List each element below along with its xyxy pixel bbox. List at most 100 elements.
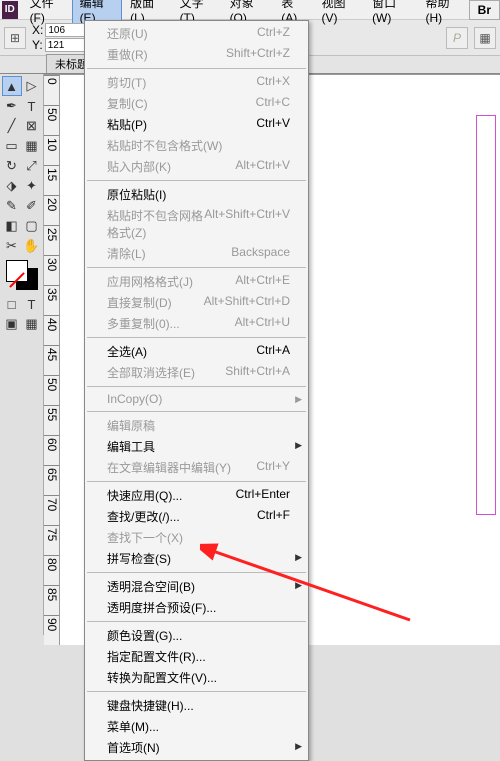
preview-view[interactable]: ▦ [22,314,42,334]
fill-stroke-swatch[interactable] [6,260,38,290]
menu-item-shortcut: Ctrl+V [256,116,290,133]
eyedropper-tool[interactable]: ✎ [2,196,22,216]
menu-item-label: 多重复制(0)... [107,315,180,332]
normal-view[interactable]: ▣ [2,314,22,334]
menu-item-label: 查找下一个(X) [107,529,183,546]
menu-item[interactable]: 粘贴(P)Ctrl+V [85,114,308,135]
menu-window[interactable]: 窗口(W) [364,0,417,27]
apply-text[interactable]: T [22,294,42,314]
menu-item[interactable]: 查找/更改(/)...Ctrl+F [85,506,308,527]
rectangle-tool[interactable]: ▭ [2,136,22,156]
free-transform-tool[interactable]: ✦ [22,176,42,196]
menu-item[interactable]: 颜色设置(G)... [85,625,308,646]
menu-item[interactable]: 原位粘贴(I) [85,184,308,205]
menu-item: 查找下一个(X) [85,527,308,548]
menu-separator [87,68,306,69]
menu-item[interactable]: 指定配置文件(R)... [85,646,308,667]
menu-item[interactable]: 菜单(M)... [85,716,308,737]
menu-item: 重做(R)Shift+Ctrl+Z [85,44,308,65]
menu-item: 粘贴时不包含格式(W) [85,135,308,156]
menu-separator [87,337,306,338]
type-tool[interactable]: T [22,96,42,116]
menu-item[interactable]: 转换为配置文件(V)... [85,667,308,688]
menu-item-shortcut: Ctrl+Y [256,459,290,476]
menu-item-label: 粘贴时不包含网格格式(Z) [107,207,204,241]
menubar: ID 文件(F) 编辑(E) 版面(L) 文字(T) 对象(O) 表(A) 视图… [0,0,500,20]
menu-item-label: 快速应用(Q)... [107,487,182,504]
grid-tool[interactable]: ▦ [22,136,42,156]
menu-item-shortcut: Ctrl+X [256,74,290,91]
app-icon: ID [2,1,18,19]
menu-item: 粘贴时不包含网格格式(Z)Alt+Shift+Ctrl+V [85,205,308,243]
menu-item-label: 全部取消选择(E) [107,364,195,381]
menu-item[interactable]: 快速应用(Q)...Ctrl+Enter [85,485,308,506]
menu-item[interactable]: 编辑工具▶ [85,436,308,457]
menu-item-label: 查找/更改(/)... [107,508,180,525]
menu-separator [87,481,306,482]
menu-item-shortcut: Ctrl+A [256,343,290,360]
pen-tool[interactable]: ✒ [2,96,22,116]
menu-separator [87,386,306,387]
line-tool[interactable]: ╱ [2,116,22,136]
menu-separator [87,572,306,573]
menu-item[interactable]: 透明度拼合预设(F)... [85,597,308,618]
menu-item: 编辑原稿 [85,415,308,436]
scissors-tool[interactable]: ✂ [2,236,22,256]
menu-item-shortcut: Ctrl+Z [257,25,290,42]
apply-color[interactable]: □ [2,294,22,314]
measure-tool[interactable]: ✐ [22,196,42,216]
menu-item-label: 粘贴时不包含格式(W) [107,137,222,154]
menu-item-label: 指定配置文件(R)... [107,648,206,665]
grid-icon[interactable]: ▦ [474,27,496,49]
selection-tool[interactable]: ▲ [2,76,22,96]
p-icon[interactable]: P [446,27,468,49]
frame-tool[interactable]: ⊠ [22,116,42,136]
menu-item-shortcut: Alt+Shift+Ctrl+D [204,294,290,311]
rotate-tool[interactable]: ↻ [2,156,22,176]
menu-item-label: 菜单(M)... [107,718,159,735]
y-input[interactable] [45,38,89,52]
menu-item-shortcut: Shift+Ctrl+A [225,364,290,381]
menu-item-label: 复制(C) [107,95,148,112]
menu-item-label: 应用网格格式(J) [107,273,193,290]
menu-item[interactable]: 首选项(N) ▶ [85,737,308,758]
menu-help[interactable]: 帮助(H) [418,0,469,27]
menu-item-shortcut: Alt+Ctrl+U [235,315,290,332]
menu-separator [87,267,306,268]
menu-item-label: 颜色设置(G)... [107,627,182,644]
submenu-arrow-icon: ▶ [295,741,302,752]
anchor-ref-icon[interactable]: ⊞ [4,27,26,49]
menu-item-label: 在文章编辑器中编辑(Y) [107,459,231,476]
menu-item[interactable]: 拼写检查(S)▶ [85,548,308,569]
fill-swatch[interactable] [6,260,28,282]
menu-item: InCopy(O)▶ [85,390,308,408]
menu-item: 在文章编辑器中编辑(Y) Ctrl+Y [85,457,308,478]
menu-item-label: 编辑原稿 [107,417,155,434]
menu-item[interactable]: 全选(A)Ctrl+A [85,341,308,362]
menu-item[interactable]: 键盘快捷键(H)... [85,695,308,716]
menu-item-label: 键盘快捷键(H)... [107,697,194,714]
scale-tool[interactable]: ⤢ [22,156,42,176]
x-label: X: [32,23,43,37]
menu-item: 直接复制(D)Alt+Shift+Ctrl+D [85,292,308,313]
x-input[interactable] [45,23,89,37]
menu-item-shortcut: Shift+Ctrl+Z [226,46,290,63]
menu-item-label: 剪切(T) [107,74,146,91]
submenu-arrow-icon: ▶ [295,552,302,563]
menu-item[interactable]: 透明混合空间(B)▶ [85,576,308,597]
edit-menu-dropdown: 还原(U)Ctrl+Z重做(R)Shift+Ctrl+Z剪切(T)Ctrl+X复… [84,20,309,761]
shear-tool[interactable]: ⬗ [2,176,22,196]
menu-item-label: 原位粘贴(I) [107,186,166,203]
menu-view[interactable]: 视图(V) [313,0,364,27]
menu-item-label: 清除(L) [107,245,146,262]
menu-item: 多重复制(0)... Alt+Ctrl+U [85,313,308,334]
menu-item-shortcut: Ctrl+C [256,95,290,112]
direct-selection-tool[interactable]: ▷ [22,76,42,96]
bridge-button[interactable]: Br [469,0,500,20]
button-tool[interactable]: ▢ [22,216,42,236]
menu-separator [87,180,306,181]
menu-item-label: 首选项(N) [107,739,160,756]
menu-item: 全部取消选择(E) Shift+Ctrl+A [85,362,308,383]
hand-tool[interactable]: ✋ [22,236,42,256]
gradient-tool[interactable]: ◧ [2,216,22,236]
